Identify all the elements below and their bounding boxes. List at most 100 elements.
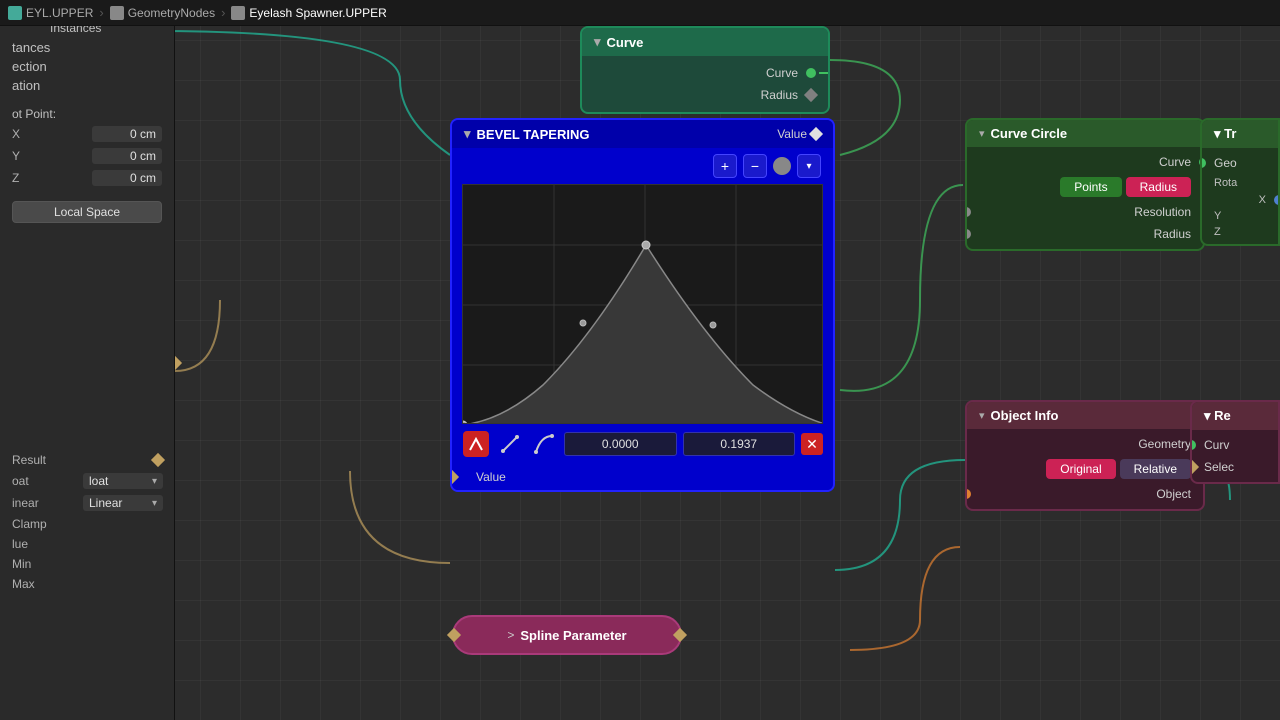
coord-x-value[interactable]: 0 cm [92,126,162,142]
panel-section-labels: tances ection ation [0,34,174,99]
partial-re-header: ▾ Re [1192,402,1278,430]
bevel-controls: + − ▾ [452,148,833,184]
dropdown-icon: ▾ [806,161,811,172]
partial-tr-x-row: X [1202,192,1278,208]
minus-icon: − [751,158,759,174]
bevel-title: ▾ BEVEL TAPERING [464,126,589,142]
curve-icon-peak[interactable] [462,430,490,458]
curve-icon-smooth[interactable] [530,430,558,458]
curve-circle-resolution-label: Resolution [1134,205,1191,219]
result-diamond [151,453,165,467]
spline-arrow-icon: > [507,628,514,642]
partial-re-curv-row: Curv [1192,434,1278,456]
node-partial-tr[interactable]: ▾ Tr Geo Rota X Y Z [1200,118,1280,246]
clamp-label: Clamp [12,517,47,531]
partial-re-selec-row: Selec [1192,456,1278,478]
bevel-value-text: Value [777,127,807,141]
linear-value[interactable]: Linear ▾ [83,495,163,511]
breadcrumb-sep-1: › [99,5,103,20]
coord-z-label: Z [12,171,19,185]
panel-pivot: ot Point: X 0 cm Y 0 cm Z 0 cm [0,99,174,193]
object-info-relative-button[interactable]: Relative [1120,459,1191,479]
curve-circle-resolution-row: Resolution [967,201,1203,223]
bevel-footer: Value [452,464,833,490]
bevel-header: ▾ BEVEL TAPERING Value [452,120,833,148]
curve-top-radius-socket [804,88,818,102]
value-row: lue [12,534,163,554]
local-space-button[interactable]: Local Space [12,201,162,223]
left-panel: tances ection ation ot Point: X 0 cm Y 0… [0,26,175,720]
bevel-footer-diamond [450,470,459,484]
partial-tr-title: ▾ Tr [1214,126,1236,141]
curve-right-value[interactable] [683,432,796,456]
breadcrumb-label-1: EYL.UPPER [26,6,93,20]
curve-top-curve-socket [806,68,816,78]
spline-label: Spline Parameter [520,628,626,643]
curve-circle-curve-row: Curve [967,151,1203,173]
breadcrumb-item-2[interactable]: GeometryNodes [110,6,215,20]
curve-circle-arrow: ▾ [979,127,985,140]
panel-entries: Result oat loat ▾ inear Linear ▾ Clamp l… [0,450,175,594]
min-label: Min [12,557,31,571]
object-info-object-socket [965,489,971,499]
bevel-remove-button[interactable]: − [743,154,767,178]
node-object-info[interactable]: ▾ Object Info Geometry Original Relative… [965,400,1205,511]
node-icon-2 [231,6,245,20]
bevel-circle-control[interactable] [773,157,791,175]
curve-circle-body: Curve Points Radius Resolution Radius [967,147,1203,249]
result-label: Result [12,453,46,467]
pivot-label: ot Point: [12,103,162,123]
curve-left-value[interactable] [564,432,677,456]
spline-output-socket [673,628,687,642]
float-label: oat [12,474,29,488]
float-value[interactable]: loat ▾ [83,473,163,489]
breadcrumb-sep-2: › [221,5,225,20]
breadcrumb-item-1[interactable]: EYL.UPPER [8,6,93,20]
coord-y-row: Y 0 cm [12,145,162,167]
curve-canvas[interactable] [462,184,823,424]
geo-icon [8,6,22,20]
bevel-add-button[interactable]: + [713,154,737,178]
curve-close-button[interactable]: ✕ [801,433,823,455]
partial-tr-geo-row: Geo [1202,152,1278,174]
node-partial-re[interactable]: ▾ Re Curv Selec [1190,400,1280,484]
panel-instances: tances [12,38,162,57]
curve-icon-linear[interactable] [496,430,524,458]
node-spline-parameter[interactable]: > Spline Parameter [452,615,682,655]
linear-row: inear Linear ▾ [12,492,163,514]
curve-svg [463,185,822,423]
node-curve-top[interactable]: ▾ Curve Curve Radius [580,26,830,114]
bevel-dropdown-button[interactable]: ▾ [797,154,821,178]
object-info-geometry-row: Geometry [967,433,1203,455]
panel-rotation: ation [12,76,162,95]
partial-tr-y-row: Y [1202,208,1278,224]
radius-socket-row: Radius [582,84,828,106]
clamp-row: Clamp [12,514,163,534]
spline-input-socket [447,628,461,642]
curve-peak-icon [463,431,489,457]
bevel-value-label: Value [777,127,821,141]
curve-circle-points-button[interactable]: Points [1060,177,1121,197]
object-info-arrow: ▾ [979,409,985,422]
object-info-original-button[interactable]: Original [1046,459,1115,479]
object-info-object-label: Object [1156,487,1191,501]
coord-z-value[interactable]: 0 cm [92,170,162,186]
bevel-value-diamond [809,127,823,141]
node-icon-1 [110,6,124,20]
curve-circle-header: ▾ Curve Circle [967,120,1203,147]
topbar: EYL.UPPER › GeometryNodes › Eyelash Spaw… [0,0,1280,26]
curve-circle-radius-label: Radius [1154,227,1191,241]
coord-y-value[interactable]: 0 cm [92,148,162,164]
linear-text: Linear [89,496,122,510]
node-curve-circle[interactable]: ▾ Curve Circle Curve Points Radius Resol… [965,118,1205,251]
partial-tr-rota: Rota [1202,174,1278,192]
curve-circle-radius-button[interactable]: Radius [1126,177,1191,197]
coord-z-row: Z 0 cm [12,167,162,189]
max-row: Max [12,574,163,594]
breadcrumb-item-3[interactable]: Eyelash Spawner.UPPER [231,6,386,20]
curve-circle-radius-row: Radius [967,223,1203,245]
plus-icon: + [721,158,729,174]
partial-tr-z-row: Z [1202,224,1278,240]
linear-label: inear [12,496,39,510]
node-bevel-tapering[interactable]: ▾ BEVEL TAPERING Value + − ▾ [450,118,835,492]
